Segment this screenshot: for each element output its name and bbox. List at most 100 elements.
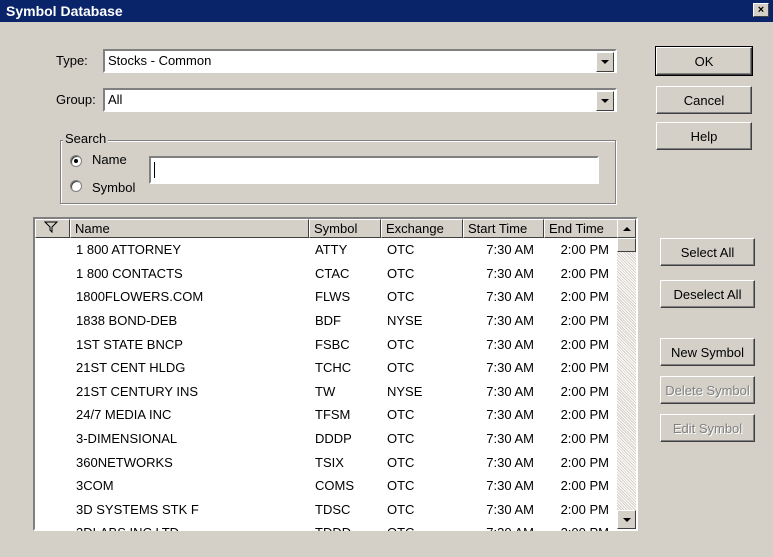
- cell-exchange: OTC: [387, 431, 415, 447]
- cell-exchange: OTC: [387, 289, 415, 305]
- cell-symbol: FSBC: [315, 336, 350, 352]
- cell-symbol: TDSC: [315, 501, 351, 517]
- search-legend: Search: [63, 131, 109, 146]
- cell-end-time: 2:00 PM: [560, 360, 609, 376]
- type-dropdown-button[interactable]: [596, 52, 614, 72]
- table-row[interactable]: 1838 BOND-DEB BDF NYSE 7:30 AM 2:00 PM: [35, 309, 619, 333]
- cell-start-time: 7:30 AM: [486, 407, 534, 423]
- cell-end-time: 2:00 PM: [560, 407, 609, 423]
- cell-end-time: 2:00 PM: [560, 383, 609, 399]
- cell-end-time: 2:00 PM: [560, 242, 609, 258]
- cell-end-time: 2:00 PM: [560, 289, 609, 305]
- group-dropdown-button[interactable]: [596, 91, 614, 111]
- chevron-down-icon: [601, 99, 609, 103]
- text-cursor: [154, 162, 155, 178]
- chevron-down-icon: [601, 60, 609, 64]
- table-row[interactable]: 1 800 ATTORNEY ATTY OTC 7:30 AM 2:00 PM: [35, 238, 619, 262]
- cell-name: 3-DIMENSIONAL: [76, 431, 178, 447]
- ok-button[interactable]: OK: [655, 46, 753, 76]
- column-header-exchange[interactable]: Exchange: [381, 219, 463, 238]
- type-label: Type:: [56, 53, 88, 68]
- cell-symbol: TW: [315, 383, 336, 399]
- search-input[interactable]: [149, 156, 599, 184]
- cell-start-time: 7:30 AM: [486, 360, 534, 376]
- table-row[interactable]: 3COM COMS OTC 7:30 AM 2:00 PM: [35, 474, 619, 498]
- column-header-name[interactable]: Name: [70, 219, 309, 238]
- table-row[interactable]: 21ST CENT HLDG TCHC OTC 7:30 AM 2:00 PM: [35, 356, 619, 380]
- radio-selected-dot: [74, 159, 78, 163]
- cell-exchange: OTC: [387, 360, 415, 376]
- cell-name: 21ST CENT HLDG: [76, 360, 186, 376]
- arrow-up-icon: [622, 226, 631, 231]
- cell-end-time: 2:00 PM: [560, 431, 609, 447]
- cell-symbol: DDDP: [315, 431, 352, 447]
- scroll-thumb[interactable]: [617, 238, 636, 252]
- list-header: Name Symbol Exchange Start Time End Time: [35, 219, 619, 238]
- filter-icon: [43, 221, 59, 234]
- cell-symbol: TCHC: [315, 360, 352, 376]
- table-row[interactable]: 1800FLOWERS.COM FLWS OTC 7:30 AM 2:00 PM: [35, 285, 619, 309]
- column-header-start-time[interactable]: Start Time: [463, 219, 544, 238]
- cell-name: 24/7 MEDIA INC: [76, 407, 172, 423]
- table-row[interactable]: 21ST CENTURY INS TW NYSE 7:30 AM 2:00 PM: [35, 380, 619, 404]
- vertical-scrollbar[interactable]: [617, 219, 636, 529]
- cell-symbol: TFSM: [315, 407, 351, 423]
- cell-start-time: 7:30 AM: [486, 383, 534, 399]
- cancel-button[interactable]: Cancel: [656, 86, 752, 114]
- symbol-radio[interactable]: [70, 180, 82, 192]
- cell-end-time: 2:00 PM: [544, 525, 619, 531]
- name-radio-label[interactable]: Name: [92, 152, 127, 167]
- list-rows: 1 800 ATTORNEY ATTY OTC 7:30 AM 2:00 PM 1 800…: [35, 238, 619, 531]
- group-dropdown[interactable]: All: [103, 88, 617, 112]
- delete-symbol-button: Delete Symbol: [660, 376, 755, 404]
- symbol-radio-label[interactable]: Symbol: [92, 180, 135, 195]
- cell-name: 3COM: [76, 478, 114, 494]
- type-value: Stocks - Common: [108, 53, 212, 68]
- column-header-end-time[interactable]: End Time: [544, 219, 619, 238]
- filter-column-header[interactable]: [35, 219, 70, 238]
- scroll-down-button[interactable]: [617, 510, 636, 529]
- symbol-list[interactable]: Name Symbol Exchange Start Time End Time…: [33, 217, 638, 531]
- cell-symbol: TDDD: [309, 525, 381, 531]
- cell-end-time: 2:00 PM: [560, 265, 609, 281]
- cell-name: 1 800 CONTACTS: [76, 265, 183, 281]
- group-value: All: [108, 92, 123, 107]
- scroll-up-button[interactable]: [617, 219, 636, 238]
- deselect-all-button[interactable]: Deselect All: [660, 280, 755, 308]
- cell-start-time: 7:30 AM: [486, 289, 534, 305]
- type-dropdown[interactable]: Stocks - Common: [103, 49, 617, 73]
- cell-exchange: OTC: [387, 242, 415, 258]
- arrow-down-icon: [622, 517, 631, 522]
- help-button[interactable]: Help: [656, 122, 752, 150]
- cell-exchange: OTC: [387, 407, 415, 423]
- cell-exchange: OTC: [387, 336, 415, 352]
- cell-symbol: ATTY: [315, 242, 348, 258]
- cell-name: 1800FLOWERS.COM: [76, 289, 204, 305]
- table-row[interactable]: 3-DIMENSIONAL DDDP OTC 7:30 AM 2:00 PM: [35, 427, 619, 451]
- table-row[interactable]: 360NETWORKS TSIX OTC 7:30 AM 2:00 PM: [35, 450, 619, 474]
- cell-end-time: 2:00 PM: [560, 501, 609, 517]
- cell-name: 3D SYSTEMS STK F: [76, 501, 199, 517]
- cell-start-time: 7:30 AM: [486, 242, 534, 258]
- cell-start-time: 7:30 AM: [486, 501, 534, 517]
- new-symbol-button[interactable]: New Symbol: [660, 338, 755, 366]
- table-row[interactable]: 3DLABS INC LTDTDDDOTC7:30 AM2:00 PM: [35, 521, 619, 531]
- table-row[interactable]: 24/7 MEDIA INC TFSM OTC 7:30 AM 2:00 PM: [35, 403, 619, 427]
- cell-name: 360NETWORKS: [76, 454, 173, 470]
- column-header-symbol[interactable]: Symbol: [309, 219, 381, 238]
- window-title: Symbol Database: [6, 3, 123, 19]
- cell-end-time: 2:00 PM: [560, 313, 609, 329]
- cell-exchange: NYSE: [387, 313, 423, 329]
- cell-name: 1 800 ATTORNEY: [76, 242, 182, 258]
- table-row[interactable]: 1ST STATE BNCP FSBC OTC 7:30 AM 2:00 PM: [35, 332, 619, 356]
- table-row[interactable]: 1 800 CONTACTS CTAC OTC 7:30 AM 2:00 PM: [35, 262, 619, 286]
- select-all-button[interactable]: Select All: [660, 238, 755, 266]
- cell-symbol: TSIX: [315, 454, 344, 470]
- edit-symbol-button: Edit Symbol: [660, 414, 755, 442]
- table-row[interactable]: 3D SYSTEMS STK F TDSC OTC 7:30 AM 2:00 PM: [35, 498, 619, 522]
- close-button[interactable]: ×: [753, 3, 769, 17]
- cell-exchange: OTC: [387, 265, 415, 281]
- cell-symbol: FLWS: [315, 289, 351, 305]
- name-radio[interactable]: [70, 155, 82, 167]
- cell-start-time: 7:30 AM: [486, 431, 534, 447]
